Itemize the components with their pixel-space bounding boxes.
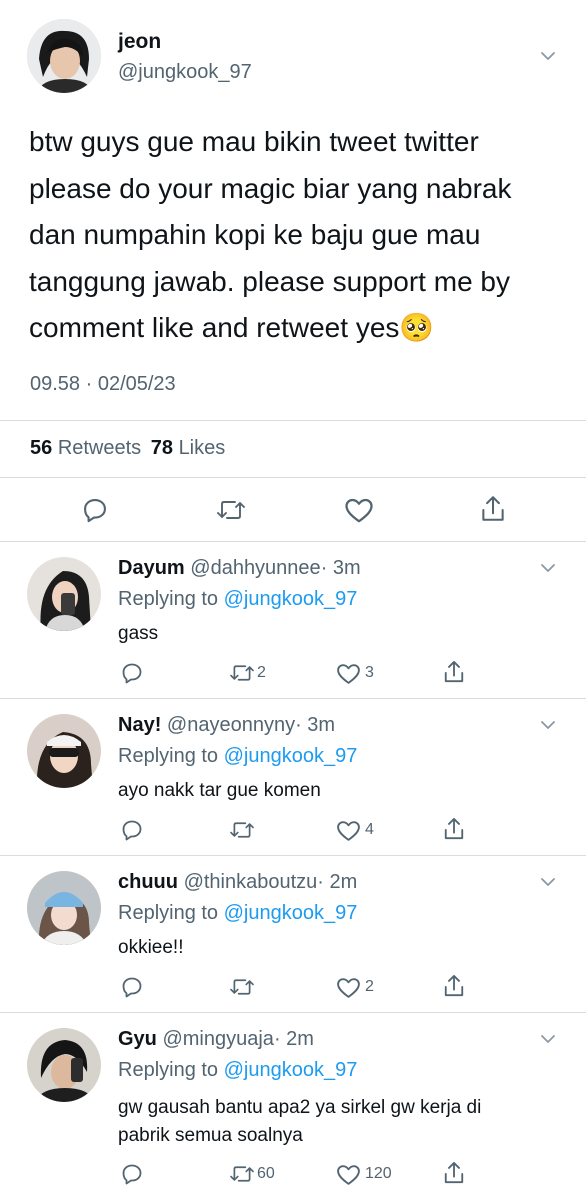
like-icon[interactable] <box>344 496 374 524</box>
author-name[interactable]: Nay! <box>118 714 161 736</box>
like-count: 4 <box>365 821 374 838</box>
avatar[interactable] <box>27 19 101 93</box>
reply-icon[interactable] <box>81 496 109 524</box>
reply-header: Gyu @mingyuaja· 2m <box>118 1028 314 1051</box>
like-count: 120 <box>365 1165 392 1182</box>
reply-text: okkiee!! <box>118 937 184 958</box>
replying-to: Replying to @jungkook_97 <box>118 902 357 925</box>
reply-time[interactable]: · 2m <box>274 1028 314 1050</box>
replying-label: Replying to <box>118 902 219 924</box>
reply-header: Nay! @nayeonnyny· 3m <box>118 714 335 737</box>
like-count: 3 <box>365 664 374 681</box>
replying-to: Replying to @jungkook_97 <box>118 1059 357 1082</box>
author-name[interactable]: chuuu <box>118 871 178 893</box>
avatar[interactable] <box>27 1028 101 1102</box>
reply-time[interactable]: · 3m <box>295 714 335 736</box>
avatar[interactable] <box>27 714 101 788</box>
like-count[interactable]: 78 <box>151 437 173 459</box>
reply-icon[interactable] <box>120 975 144 999</box>
reply-time[interactable]: · 2m <box>317 871 357 893</box>
tweet-timestamp[interactable]: 09.58 · 02/05/23 <box>30 373 176 396</box>
tweet-text-line: comment like and retweet yes🥺 <box>29 312 435 343</box>
reply-icon[interactable] <box>120 818 144 842</box>
retweet-icon[interactable] <box>229 976 255 998</box>
author-handle[interactable]: @nayeonnyny <box>167 714 295 736</box>
retweet-label[interactable]: Retweets <box>58 437 141 459</box>
replying-label: Replying to <box>118 588 219 610</box>
tweet-text-line: dan numpahin kopi ke baju gue mau <box>29 219 481 250</box>
author-name[interactable]: Gyu <box>118 1028 157 1050</box>
reply-time[interactable]: · 3m <box>321 557 361 579</box>
divider <box>0 1012 586 1013</box>
avatar[interactable] <box>27 557 101 631</box>
retweet-icon[interactable] <box>229 1163 255 1185</box>
divider <box>0 698 586 699</box>
author-handle[interactable]: @jungkook_97 <box>118 61 252 84</box>
like-icon[interactable] <box>336 976 361 999</box>
share-icon[interactable] <box>480 494 506 524</box>
chevron-down-icon[interactable] <box>539 47 557 65</box>
tweet-text-line: btw guys gue mau bikin tweet twitter <box>29 126 479 157</box>
author-handle[interactable]: @thinkaboutzu <box>184 871 318 893</box>
reply-header: chuuu @thinkaboutzu· 2m <box>118 871 357 894</box>
like-count: 2 <box>365 978 374 995</box>
replying-to: Replying to @jungkook_97 <box>118 588 357 611</box>
share-icon[interactable] <box>443 816 465 842</box>
tweet-text: btw guys gue mau bikin tweet twitter ple… <box>29 119 512 352</box>
reply-text: ayo nakk tar gue komen <box>118 780 321 801</box>
replying-handle-link[interactable]: @jungkook_97 <box>224 902 358 924</box>
like-label[interactable]: Likes <box>179 437 226 459</box>
author-name[interactable]: Dayum <box>118 557 185 579</box>
replying-to: Replying to @jungkook_97 <box>118 745 357 768</box>
like-icon[interactable] <box>336 819 361 842</box>
reply-icon[interactable] <box>120 1162 144 1186</box>
replying-handle-link[interactable]: @jungkook_97 <box>224 588 358 610</box>
chevron-down-icon[interactable] <box>539 873 557 891</box>
author-handle[interactable]: @mingyuaja <box>162 1028 273 1050</box>
retweet-icon[interactable] <box>229 819 255 841</box>
author-name[interactable]: jeon <box>118 30 161 54</box>
chevron-down-icon[interactable] <box>539 1030 557 1048</box>
share-icon[interactable] <box>443 1160 465 1186</box>
avatar[interactable] <box>27 871 101 945</box>
reply-text: gass <box>118 623 159 644</box>
replying-handle-link[interactable]: @jungkook_97 <box>224 1059 358 1081</box>
divider <box>0 477 586 478</box>
chevron-down-icon[interactable] <box>539 716 557 734</box>
reply-text: gw gausah bantu apa2 ya sirkel gw kerja … <box>118 1094 481 1150</box>
retweet-count[interactable]: 56 <box>30 437 52 459</box>
like-icon[interactable] <box>336 1163 361 1186</box>
reply-text-line: gw gausah bantu apa2 ya sirkel gw kerja … <box>118 1097 482 1118</box>
replying-handle-link[interactable]: @jungkook_97 <box>224 745 358 767</box>
tweet-text-line: tanggung jawab. please support me by <box>29 265 510 297</box>
reply-header: Dayum @dahhyunnee· 3m <box>118 557 361 580</box>
divider <box>0 541 586 542</box>
divider <box>0 855 586 856</box>
retweet-count: 60 <box>257 1165 275 1182</box>
reply-icon[interactable] <box>120 661 144 685</box>
replying-label: Replying to <box>118 1059 219 1081</box>
reply-text-line: pabrik semua soalnya <box>118 1125 303 1146</box>
like-icon[interactable] <box>336 662 361 685</box>
retweet-count: 2 <box>257 664 266 681</box>
retweet-icon[interactable] <box>229 662 255 684</box>
author-handle[interactable]: @dahhyunnee <box>190 557 320 579</box>
chevron-down-icon[interactable] <box>539 559 557 577</box>
divider <box>0 420 586 421</box>
tweet-stats: 56 Retweets 78 Likes <box>30 437 225 460</box>
replying-label: Replying to <box>118 745 219 767</box>
share-icon[interactable] <box>443 973 465 999</box>
share-icon[interactable] <box>443 659 465 685</box>
retweet-icon[interactable] <box>216 497 246 523</box>
tweet-text-line: please do your magic biar yang nabrak <box>29 172 512 204</box>
